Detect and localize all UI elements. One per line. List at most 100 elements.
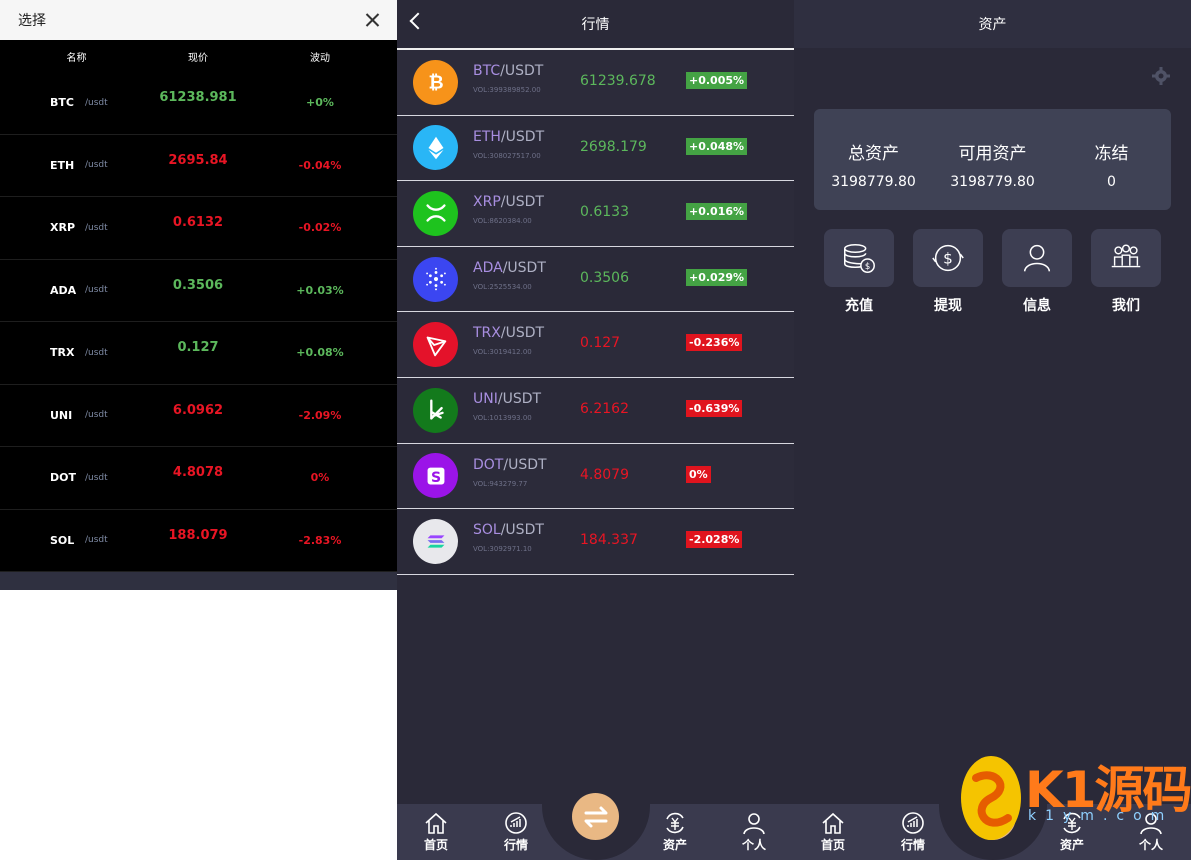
- coin-change: +0.03%: [296, 283, 344, 297]
- tab-assets[interactable]: 资产: [645, 810, 705, 853]
- coin-symbol: TRX: [473, 325, 501, 342]
- coin-pair: ETH/USDT: [473, 129, 544, 145]
- withdraw-button[interactable]: $ 提现: [912, 229, 984, 315]
- tab-home[interactable]: 首页: [803, 810, 863, 853]
- tab-market[interactable]: 行情: [883, 810, 943, 853]
- info-button[interactable]: 信息: [1001, 229, 1073, 315]
- table-row[interactable]: UNI /usdt 6.0962 -2.09%: [0, 385, 397, 447]
- deposit-button[interactable]: $ 充值: [823, 229, 895, 315]
- coin-quote: /USDT: [502, 259, 546, 276]
- coin-pair: ADA/USDT: [473, 260, 546, 276]
- assets-header: 资产: [794, 0, 1191, 48]
- coin-pair: /usdt: [85, 160, 108, 171]
- cardano-icon: [413, 256, 458, 302]
- tron-icon: [413, 322, 458, 368]
- popup-header: 选择: [0, 0, 397, 40]
- coin-name-cell: SOL /usdt: [0, 534, 153, 547]
- svg-text:S: S: [430, 470, 440, 486]
- market-header: 行情: [397, 0, 794, 50]
- market-row[interactable]: ₿ BTC/USDT VOL:399389852.00 61239.678 +0…: [397, 50, 794, 116]
- bottom-tabbar: 首页 行情 资产 个人: [397, 793, 794, 860]
- tab-home[interactable]: 首页: [406, 810, 466, 853]
- coin-price: 61239.678: [580, 73, 656, 89]
- change-badge: -0.639%: [686, 399, 743, 417]
- coin-price: 4.8078: [172, 465, 224, 481]
- swap-icon: [584, 806, 607, 827]
- frozen-assets-value: 0: [1107, 174, 1116, 190]
- available-assets-value: 3198779.80: [950, 174, 1035, 190]
- exchange-button[interactable]: [572, 793, 619, 840]
- market-row[interactable]: UNI/USDT VOL:1013993.00 6.2162 -0.639%: [397, 378, 794, 444]
- coin-price: 0.127: [177, 340, 219, 356]
- change-badge: -2.028%: [686, 531, 743, 549]
- coin-price: 0.3506: [580, 269, 629, 286]
- coin-volume: VOL:2525534.00: [473, 282, 532, 291]
- coin-change: -2.83%: [298, 533, 342, 547]
- deposit-box: $: [824, 229, 894, 287]
- col-change: 波动: [310, 52, 330, 64]
- table-row[interactable]: TRX /usdt 0.127 +0.08%: [0, 322, 397, 385]
- coin-symbol: XRP: [50, 221, 76, 235]
- coin-symbol: ADA: [473, 259, 503, 276]
- coin-symbol: XRP: [473, 194, 501, 211]
- about-us-button[interactable]: 我们: [1090, 229, 1162, 315]
- tab-profile-label: 个人: [741, 838, 766, 852]
- dot-icon: S: [413, 453, 458, 499]
- back-icon[interactable]: [409, 12, 427, 30]
- coin-change: -0.02%: [298, 221, 342, 235]
- coin-symbol: UNI: [473, 390, 498, 407]
- close-icon[interactable]: [365, 13, 379, 27]
- table-row[interactable]: XRP /usdt 0.6132 -0.02%: [0, 197, 397, 260]
- market-row[interactable]: ETH/USDT VOL:308027517.00 2698.179 +0.04…: [397, 116, 794, 182]
- ethereum-icon: [413, 125, 458, 171]
- coin-name-cell: XRP /usdt: [0, 221, 153, 234]
- coin-price: 4.8079: [580, 466, 629, 483]
- table-row[interactable]: DOT /usdt 4.8078 0%: [0, 447, 397, 510]
- market-row[interactable]: XRP/USDT VOL:8620384.00 0.6133 +0.016%: [397, 181, 794, 247]
- market-row[interactable]: SOL/USDT VOL:3092971.10 184.337 -2.028%: [397, 509, 794, 575]
- bitcoin-icon: ₿: [413, 59, 458, 105]
- table-row[interactable]: BTC /usdt 61238.981 +0%: [0, 72, 397, 135]
- coin-symbol: UNI: [50, 408, 73, 422]
- coin-volume: VOL:3092971.10: [473, 545, 532, 554]
- svg-text:$: $: [943, 250, 953, 268]
- deposit-label: 充值: [845, 298, 873, 314]
- market-row[interactable]: S DOT/USDT VOL:943279.77 4.8079 0%: [397, 443, 794, 510]
- coin-pair: /usdt: [85, 97, 108, 108]
- change-badge: +0.048%: [686, 137, 748, 155]
- uni-icon: [413, 387, 458, 433]
- coin-price: 61238.981: [159, 90, 237, 106]
- market-row[interactable]: TRX/USDT VOL:3019412.00 0.127 -0.236%: [397, 312, 794, 378]
- gear-icon[interactable]: [1151, 66, 1171, 86]
- table-row[interactable]: ETH /usdt 2695.84 -0.04%: [0, 135, 397, 197]
- market-list: ₿ BTC/USDT VOL:399389852.00 61239.678 +0…: [397, 50, 794, 575]
- svg-text:$: $: [865, 262, 870, 272]
- coin-name-cell: UNI /usdt: [0, 409, 153, 422]
- coin-pair: /usdt: [85, 285, 108, 296]
- coins-icon: $: [843, 243, 875, 274]
- chart-icon: [902, 812, 924, 834]
- tab-market-label: 行情: [503, 838, 528, 852]
- tab-profile[interactable]: 个人: [724, 810, 784, 853]
- market-row[interactable]: ADA/USDT VOL:2525534.00 0.3506 +0.029%: [397, 247, 794, 313]
- withdraw-label: 提现: [934, 298, 962, 314]
- coin-volume: VOL:943279.77: [473, 479, 528, 488]
- coin-symbol: ETH: [473, 128, 501, 145]
- table-row[interactable]: ADA /usdt 0.3506 +0.03%: [0, 260, 397, 322]
- coin-volume: VOL:3019412.00: [473, 348, 532, 357]
- total-assets-label: 总资产: [848, 144, 899, 164]
- coin-change: -2.09%: [298, 408, 342, 422]
- tab-market[interactable]: 行情: [486, 810, 546, 853]
- table-row[interactable]: SOL /usdt 188.079 -2.83%: [0, 510, 397, 572]
- xrp-icon: [413, 190, 458, 236]
- coin-pair: BTC/USDT: [473, 63, 543, 79]
- select-table: 名称 现价 波动 BTC /usdt 61238.981 +0% ETH /us…: [0, 40, 397, 572]
- coin-pair: /usdt: [85, 535, 108, 546]
- about-us-box: [1091, 229, 1161, 287]
- chart-icon: [505, 812, 527, 834]
- coin-change: -0.04%: [298, 158, 342, 172]
- coin-pair: /usdt: [85, 410, 108, 421]
- watermark-site: k1ym.com: [1028, 808, 1174, 824]
- yuan-cycle-icon: [666, 812, 684, 834]
- tab-home-label: 首页: [820, 838, 845, 852]
